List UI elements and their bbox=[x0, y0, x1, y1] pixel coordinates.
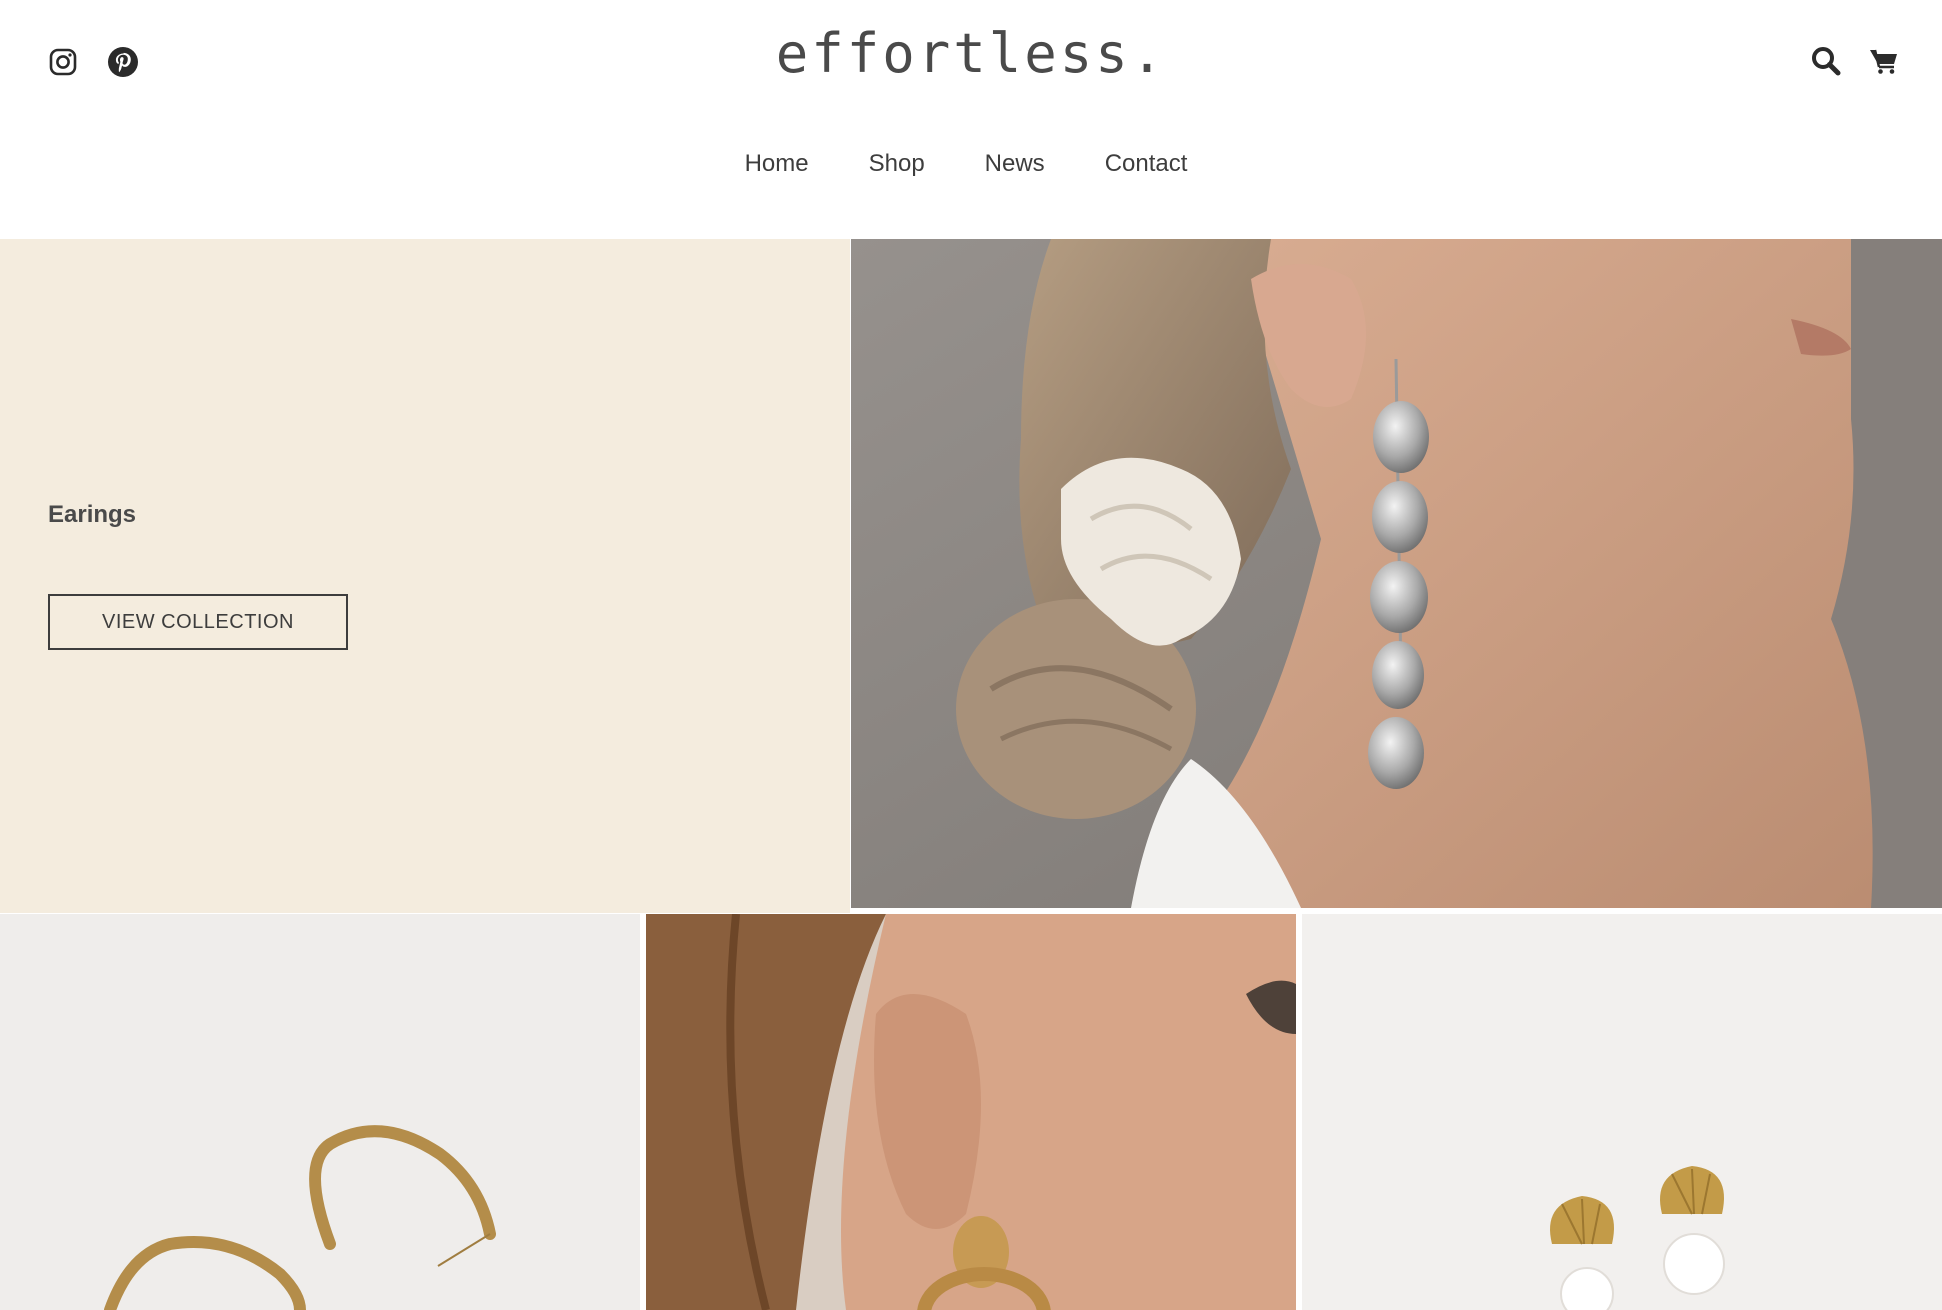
nav-item-news[interactable]: News bbox=[985, 150, 1045, 178]
view-collection-button[interactable]: VIEW COLLECTION bbox=[48, 594, 348, 650]
product-tile-hoops[interactable] bbox=[0, 914, 640, 1310]
nav-item-contact[interactable]: Contact bbox=[1105, 150, 1188, 178]
search-icon[interactable] bbox=[1810, 45, 1842, 77]
header-utilities bbox=[1810, 45, 1900, 77]
nav-item-home[interactable]: Home bbox=[745, 150, 809, 178]
hero-title: Earings bbox=[48, 501, 137, 528]
product-tile-shell-earrings[interactable] bbox=[1302, 914, 1942, 1310]
nav-item-shop[interactable]: Shop bbox=[869, 150, 925, 178]
hero-panel: Earings VIEW COLLECTION bbox=[0, 239, 850, 913]
main-nav: Home Shop News Contact bbox=[0, 150, 1942, 178]
site-logo[interactable]: effortless. bbox=[0, 22, 1942, 85]
site-header: effortless. Home Shop News Contact bbox=[0, 0, 1942, 239]
cart-icon[interactable] bbox=[1868, 45, 1900, 77]
product-tile-drop-earring[interactable] bbox=[646, 914, 1296, 1310]
hero-image bbox=[851, 239, 1942, 908]
